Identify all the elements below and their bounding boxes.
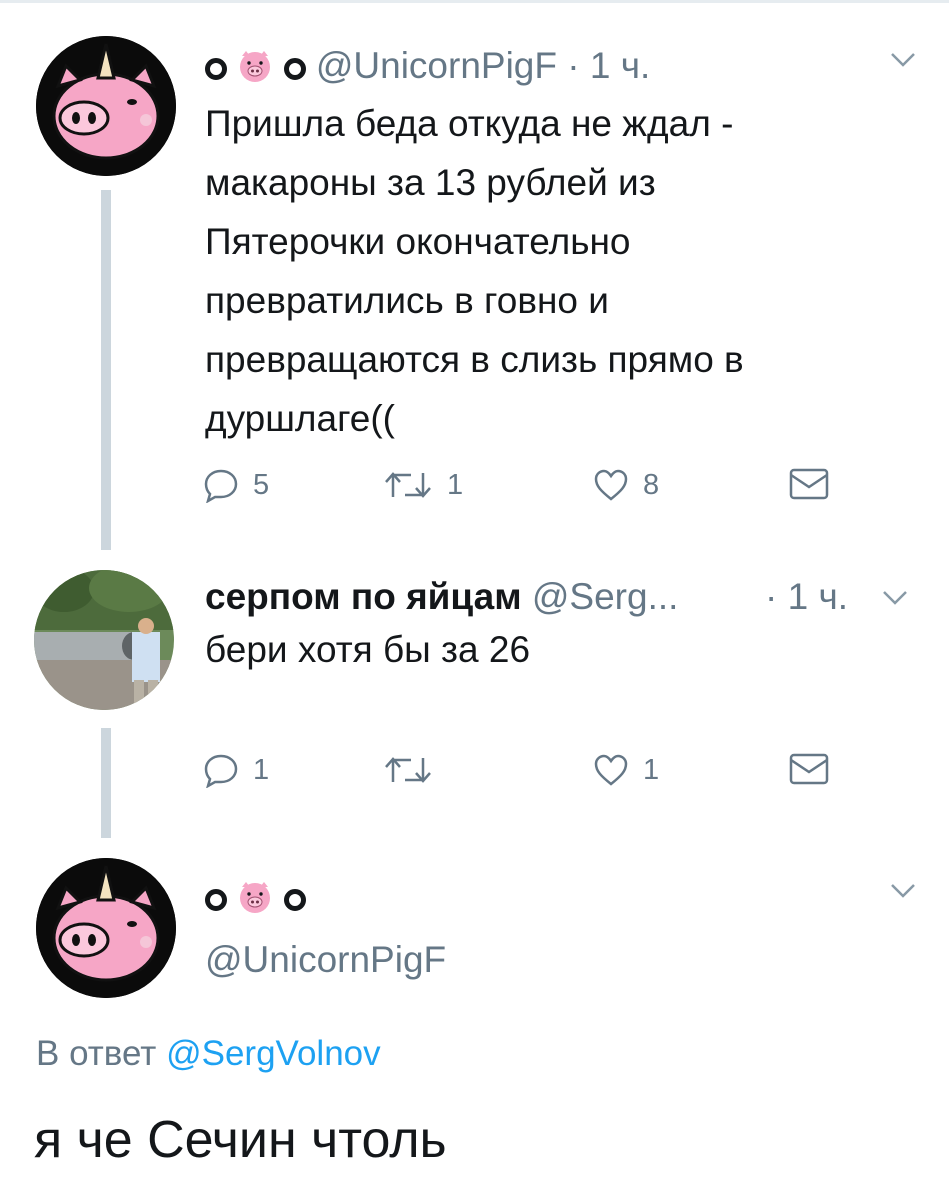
replying-to: В ответ @SergVolnov	[36, 1034, 381, 1074]
tweet2-time-box: · 1 ч.	[765, 575, 848, 619]
display-name[interactable]	[205, 45, 316, 86]
ring-right	[283, 58, 306, 80]
like-count: 1	[643, 753, 660, 786]
avatar-sergvolnov[interactable]	[34, 570, 174, 710]
like-button[interactable]: 8	[593, 467, 659, 503]
tweet3-name[interactable]	[205, 875, 306, 919]
reply-button[interactable]: 5	[203, 467, 269, 503]
text-line: Пятерочки окончательно	[205, 221, 631, 262]
reply-count: 1	[253, 753, 270, 786]
thread-line	[101, 728, 111, 838]
tweet1-actions: 5 1 8	[203, 467, 843, 507]
heart-icon	[594, 754, 628, 786]
envelope-icon	[789, 753, 829, 785]
pig-face-icon	[240, 51, 271, 82]
tweet2-handle[interactable]: @Serg...	[532, 576, 679, 617]
pig-face-icon	[240, 882, 271, 913]
tweet1-handle[interactable]: @UnicornPigF	[316, 45, 557, 86]
text-line: макароны за 13 рублей из	[205, 162, 656, 203]
display-name[interactable]: серпом по яйцам	[205, 576, 522, 617]
ring-right	[283, 889, 306, 911]
reply-mention-link[interactable]: @SergVolnov	[166, 1034, 381, 1073]
reply-count: 5	[253, 468, 270, 501]
chevron-down-icon[interactable]	[890, 52, 916, 68]
retweet-button[interactable]	[383, 752, 447, 788]
retweet-icon	[385, 757, 431, 783]
tweet2-text: бери хотя бы за 26	[205, 629, 531, 670]
message-button[interactable]	[788, 467, 830, 501]
heart-icon	[594, 469, 628, 501]
avatar-unicornpig[interactable]	[36, 858, 176, 998]
ring-left	[205, 889, 227, 911]
retweet-icon	[385, 472, 431, 498]
reply-icon	[204, 754, 238, 788]
message-button[interactable]	[788, 752, 830, 786]
tweet3-text: я че Сечин чтоль	[34, 1111, 447, 1169]
reply-prefix: В ответ	[36, 1034, 157, 1073]
text-line: дуршлаге((	[205, 398, 396, 439]
ring-left	[205, 58, 227, 80]
like-count: 8	[643, 468, 660, 501]
reply-button[interactable]: 1	[203, 752, 269, 788]
retweet-button[interactable]: 1	[383, 467, 463, 503]
tweet3-handle-box: @UnicornPigF	[205, 938, 446, 982]
tweet1-header: @UnicornPigF · 1 ч.	[205, 44, 650, 88]
tweet3-handle[interactable]: @UnicornPigF	[205, 939, 446, 980]
text-line: Пришла беда откуда не ждал -	[205, 103, 734, 144]
display-name[interactable]	[205, 876, 306, 917]
tweet2-header: серпом по яйцам @Serg...	[205, 575, 678, 619]
text-line: превратились в говно и	[205, 280, 609, 321]
tweet2-actions: 1 1	[203, 752, 843, 792]
tweet2-time[interactable]: · 1 ч.	[765, 576, 848, 617]
text-line: превращаются в слизь прямо в	[205, 339, 744, 380]
tweet1-text: Пришла беда откуда не ждал - макароны за…	[205, 94, 744, 448]
tweet1-time[interactable]: · 1 ч.	[567, 45, 650, 86]
top-divider	[0, 0, 949, 3]
reply-icon	[204, 469, 238, 503]
envelope-icon	[789, 468, 829, 500]
sergvolnov-avatar-photo	[34, 570, 174, 710]
like-button[interactable]: 1	[593, 752, 659, 788]
unicorn-pig-avatar-image	[36, 858, 176, 998]
chevron-down-icon[interactable]	[890, 883, 916, 899]
unicorn-pig-avatar-image	[36, 36, 176, 176]
avatar-unicornpig[interactable]	[36, 36, 176, 176]
retweet-count: 1	[447, 468, 464, 501]
thread-line	[101, 190, 111, 550]
chevron-down-icon[interactable]	[882, 590, 908, 606]
